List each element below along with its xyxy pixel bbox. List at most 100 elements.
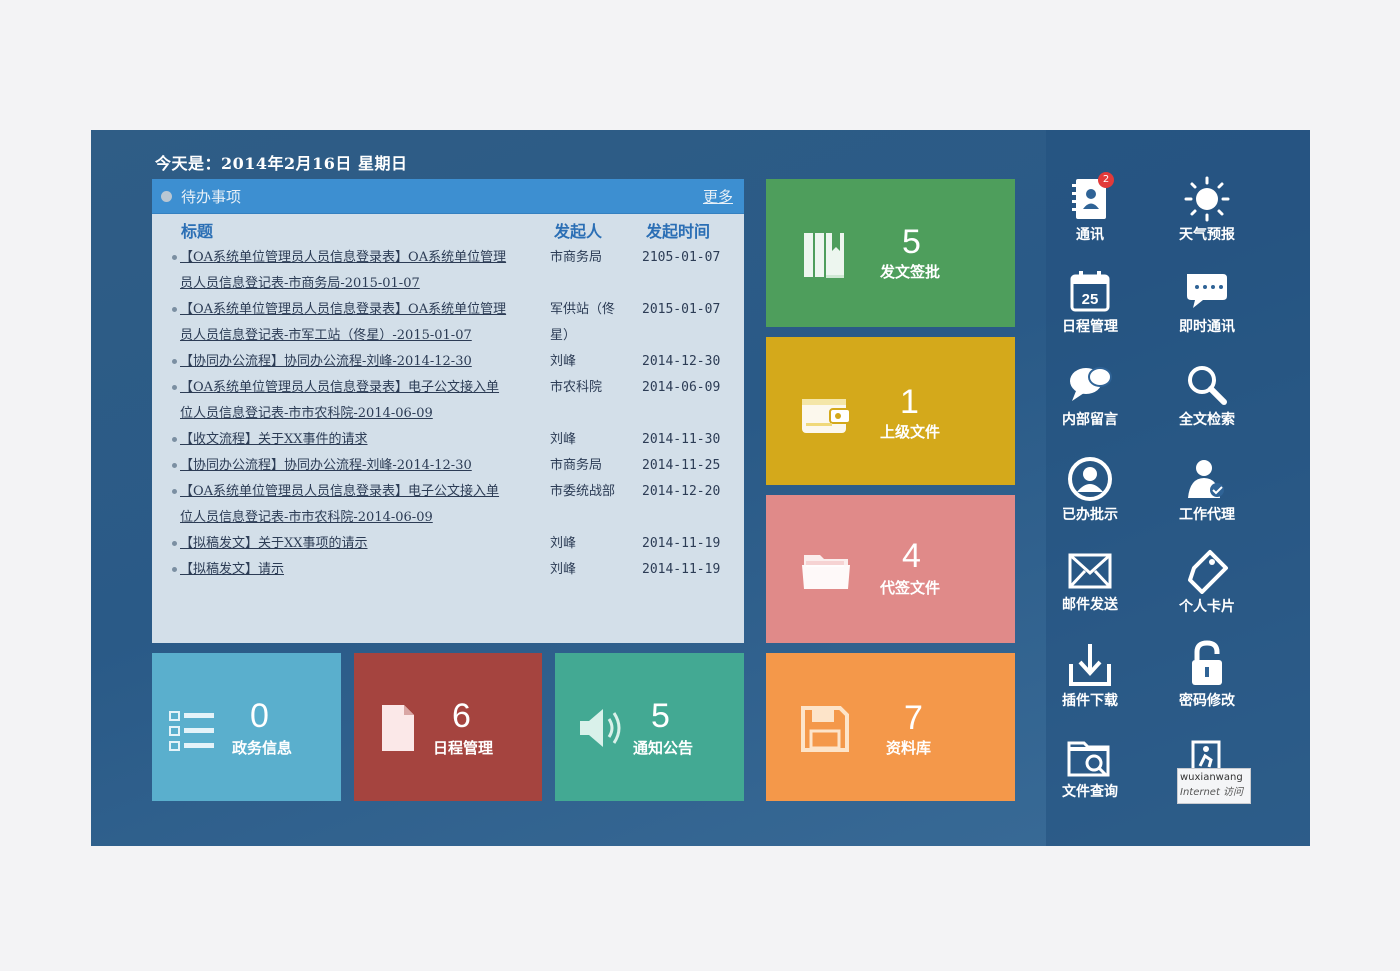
todo-row-title-line2: 员人员信息登记表-市商务局-2015-01-07 — [180, 276, 420, 291]
todo-row-title[interactable]: 【OA系统单位管理员人员信息登录表】OA系统单位管理 员人员信息登记表-市商务局-… — [180, 245, 540, 297]
list-icon — [169, 711, 214, 751]
shortcut-send-mail[interactable]: 邮件发送 — [1040, 550, 1140, 614]
shortcut-work-agent[interactable]: 工作代理 — [1157, 456, 1257, 524]
todo-row-time: 2014-12-30 — [642, 354, 721, 369]
todo-row-title-line1: 【OA系统单位管理员人员信息登录表】OA系统单位管理 — [180, 250, 507, 265]
file-query-label: 文件查询 — [1062, 784, 1118, 800]
todo-row-time: 2014-11-30 — [642, 432, 721, 447]
gov-info-count: 0 — [250, 697, 269, 735]
todo-row-title-line1: 【拟稿发文】请示 — [180, 562, 285, 577]
todo-row-sender-line1: 刘峰 — [550, 562, 577, 577]
shortcut-plugin-download[interactable]: 插件下载 — [1040, 642, 1140, 710]
shortcut-personal-card[interactable]: 个人卡片 — [1157, 548, 1257, 616]
todo-row-title[interactable]: 【协同办公流程】协同办公流程-刘峰-2014-12-30 — [180, 453, 540, 479]
card-label: 个人卡片 — [1179, 599, 1235, 615]
todo-row-time: 2105-01-07 — [642, 250, 721, 265]
todo-row-title[interactable]: 【OA系统单位管理员人员信息登录表】电子公文接入单 位人员信息登记表-市市农科院-… — [180, 479, 540, 531]
padlock-icon — [1192, 640, 1222, 685]
approved-label: 已办批示 — [1062, 507, 1118, 523]
todo-row-time: 2014-11-25 — [642, 458, 721, 473]
shortcut-file-query[interactable]: 文件查询 — [1040, 737, 1140, 801]
todo-header: 待办事项 更多 — [152, 179, 744, 214]
user-check-icon — [1188, 460, 1224, 498]
ie-tooltip-line2: Internet 访问 — [1180, 787, 1244, 798]
envelope-icon — [1068, 553, 1112, 589]
tile-proxy-sign[interactable]: 4 代签文件 — [766, 495, 1015, 643]
todo-row-title[interactable]: 【协同办公流程】协同办公流程-刘峰-2014-12-30 — [180, 349, 540, 375]
todo-row-title-line2: 员人员信息登记表-市军工站（佟星）-2015-01-07 — [180, 328, 472, 343]
todo-row-title[interactable]: 【收文流程】关于XX事件的请求 — [180, 427, 540, 453]
shortcut-weather[interactable]: 天气预报 — [1157, 176, 1257, 244]
app-window: 今天是：2014年2月16日 星期日 待办事项 更多 标题 发起人 发起时间 【… — [91, 130, 1310, 846]
ie-tooltip: wuxianwang Internet 访问 — [1177, 768, 1251, 804]
proxy-count: 4 — [902, 537, 921, 575]
todo-row-title-line1: 【收文流程】关于XX事件的请求 — [180, 432, 368, 447]
password-label: 密码修改 — [1179, 693, 1235, 709]
todo-row-sender-line1: 刘峰 — [550, 432, 577, 447]
date-line: 今天是：2014年2月16日 星期日 — [155, 154, 408, 173]
floppy-disk-icon — [801, 706, 849, 752]
im-label: 即时通讯 — [1179, 319, 1235, 335]
todo-row-title[interactable]: 【拟稿发文】关于XX事项的请示 — [180, 531, 540, 557]
tile-superior-files[interactable]: 1 上级文件 — [766, 337, 1015, 485]
notice-label: 通知公告 — [633, 739, 694, 757]
magnifier-icon — [1188, 366, 1227, 405]
todo-row-sender-line2: 星） — [550, 328, 577, 343]
tile-notices[interactable]: 5 通知公告 — [555, 653, 744, 801]
folder-search-icon — [1067, 741, 1110, 777]
tile-government-info[interactable]: 0 政务信息 — [152, 653, 341, 801]
todo-row-sender: 刘峰 — [550, 427, 630, 453]
todo-row-title-line1: 【协同办公流程】协同办公流程-刘峰-2014-12-30 — [180, 458, 472, 473]
shortcut-contacts[interactable]: 2 通讯 — [1040, 172, 1140, 244]
todo-row-title[interactable]: 【拟稿发文】请示 — [180, 557, 540, 583]
todo-row-sender-line1: 刘峰 — [550, 354, 577, 369]
header-dot-icon — [161, 191, 172, 202]
shortcut-internal-message[interactable]: 内部留言 — [1040, 363, 1140, 429]
mail-label: 邮件发送 — [1062, 597, 1118, 613]
todo-row-title-line1: 【OA系统单位管理员人员信息登录表】电子公文接入单 — [180, 484, 500, 499]
shortcut-instant-messaging[interactable]: 即时通讯 — [1157, 270, 1257, 336]
proxy-label: 代签文件 — [880, 579, 941, 597]
card-tag-icon — [1188, 550, 1228, 594]
tile-archive[interactable]: 7 资料库 — [766, 653, 1015, 801]
todo-row-title-line1: 【协同办公流程】协同办公流程-刘峰-2014-12-30 — [180, 354, 472, 369]
schedule-count: 6 — [452, 697, 471, 735]
shortcut-approved-instructions[interactable]: 已办批示 — [1040, 456, 1140, 524]
search-label: 全文检索 — [1179, 412, 1235, 428]
column-header-time: 发起时间 — [646, 222, 711, 241]
message-label: 内部留言 — [1062, 412, 1118, 428]
bullet-icon — [172, 385, 177, 390]
todo-row-sender: 市农科院 — [550, 375, 630, 401]
todo-row-sender: 刘峰 — [550, 349, 630, 375]
more-link[interactable]: 更多 — [703, 186, 733, 207]
gov-info-label: 政务信息 — [232, 739, 293, 757]
superior-label: 上级文件 — [880, 423, 941, 441]
bullet-icon — [172, 437, 177, 442]
calendar-day: 25 — [1082, 291, 1099, 308]
tile-dispatch-approval[interactable]: 5 发文签批 — [766, 179, 1015, 327]
todo-row-title-line2: 位人员信息登记表-市市农科院-2014-06-09 — [180, 406, 433, 421]
todo-title: 待办事项 — [181, 188, 242, 206]
archive-label: 资料库 — [886, 739, 932, 757]
todo-row-title[interactable]: 【OA系统单位管理员人员信息登录表】电子公文接入单 位人员信息登记表-市市农科院-… — [180, 375, 540, 427]
tile-schedule-management[interactable]: 6 日程管理 — [354, 653, 542, 801]
bullet-icon — [172, 307, 177, 312]
bullet-icon — [172, 255, 177, 260]
shortcut-schedule[interactable]: 25 日程管理 — [1040, 270, 1140, 336]
shortcut-change-password[interactable]: 密码修改 — [1157, 640, 1257, 710]
bullet-icon — [172, 541, 177, 546]
todo-row-title[interactable]: 【OA系统单位管理员人员信息登录表】OA系统单位管理 员人员信息登记表-市军工站（… — [180, 297, 540, 349]
todo-row-time: 2014-11-19 — [642, 562, 721, 577]
todo-row-sender-line1: 刘峰 — [550, 536, 577, 551]
schedule-label: 日程管理 — [433, 739, 494, 757]
document-icon — [382, 705, 414, 751]
shortcut-full-text-search[interactable]: 全文检索 — [1157, 363, 1257, 429]
todo-row-sender: 刘峰 — [550, 557, 630, 583]
todo-row-time: 2014-06-09 — [642, 380, 721, 395]
contacts-badge: 2 — [1098, 172, 1114, 188]
ie-tooltip-line1: wuxianwang — [1180, 772, 1243, 783]
bullet-icon — [172, 463, 177, 468]
bullet-icon — [172, 489, 177, 494]
archive-count: 7 — [904, 699, 923, 737]
todo-panel: 待办事项 更多 标题 发起人 发起时间 【OA系统单位管理员人员信息登录表】OA… — [152, 179, 744, 643]
